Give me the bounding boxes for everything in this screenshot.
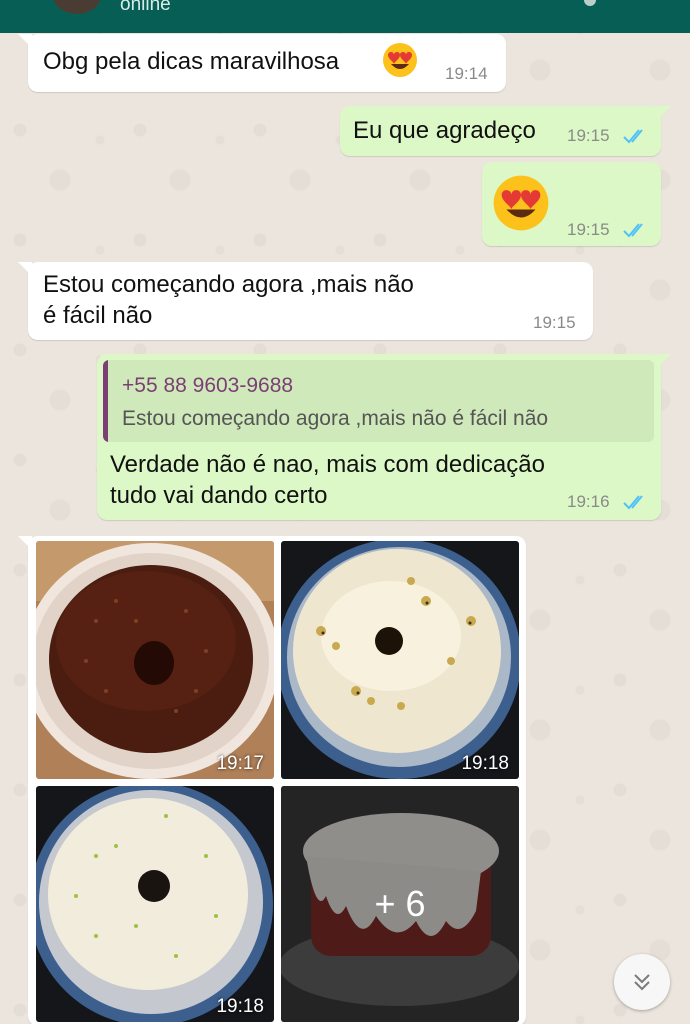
message-incoming[interactable]: Obg pela dicas maravilhosa 19:14 <box>18 34 506 92</box>
message-outgoing[interactable]: Eu que agradeço 19:15 <box>340 106 671 156</box>
bubble-tail <box>657 354 671 368</box>
chat-header[interactable]: online <box>0 0 690 33</box>
chocolate-bundt-cake-icon <box>36 541 274 779</box>
lime-bundt-cake-icon <box>36 786 273 1022</box>
photo-thumbnail[interactable]: 19:18 <box>281 541 519 779</box>
passionfruit-bundt-cake-icon <box>281 541 519 779</box>
message-time: 19:15 <box>533 313 576 332</box>
message-time: 19:15 <box>567 126 610 145</box>
call-icon[interactable] <box>584 0 596 6</box>
heart-eyes-emoji-icon <box>383 43 417 77</box>
quoted-message[interactable]: +55 88 9603-9688 Estou começando agora ,… <box>103 360 654 442</box>
message-time: 19:16 <box>567 492 610 511</box>
message-outgoing-reply[interactable]: +55 88 9603-9688 Estou começando agora ,… <box>97 354 671 520</box>
photo-time: 19:18 <box>216 996 264 1017</box>
photo-time: 19:18 <box>461 753 509 774</box>
bubble-tail <box>18 34 32 48</box>
photo-album-message[interactable]: 19:17 19:18 19:18 + 6 <box>18 536 526 1024</box>
message-incoming[interactable]: Estou começando agora ,mais não é fácil … <box>18 262 593 340</box>
more-photos-overlay: + 6 <box>281 786 519 1022</box>
double-chevron-down-icon <box>634 974 650 991</box>
message-text-line-2: tudo vai dando certo <box>110 482 328 509</box>
quote-bar <box>103 360 108 442</box>
message-text-line-1: Estou começando agora ,mais não <box>43 271 414 298</box>
photo-thumbnail[interactable]: 19:17 <box>36 541 274 779</box>
bubble-tail <box>18 536 32 550</box>
message-text-line-2: é fácil não <box>43 302 153 329</box>
heart-eyes-emoji-icon <box>493 175 549 231</box>
quote-author: +55 88 9603-9688 <box>122 374 294 397</box>
bubble-tail <box>18 262 32 276</box>
quote-text: Estou começando agora ,mais não é fácil … <box>122 407 549 430</box>
photo-thumbnail[interactable]: 19:18 <box>36 786 274 1022</box>
message-text: Obg pela dicas maravilhosa <box>43 48 340 75</box>
message-time: 19:15 <box>567 220 610 239</box>
message-text: Eu que agradeço <box>353 117 536 144</box>
read-ticks-icon <box>623 495 643 510</box>
avatar[interactable] <box>52 0 102 14</box>
photo-time: 19:17 <box>216 753 264 774</box>
scroll-to-bottom-button[interactable] <box>614 954 670 1010</box>
read-ticks-icon <box>623 129 643 144</box>
bubble-tail <box>657 106 671 120</box>
photo-thumbnail-more[interactable]: + 6 <box>281 786 519 1022</box>
contact-status: online <box>120 0 171 15</box>
message-outgoing-emoji[interactable]: 19:15 <box>482 162 661 246</box>
message-text-line-1: Verdade não é nao, mais com dedicação <box>110 451 545 478</box>
message-time: 19:14 <box>445 64 488 83</box>
read-ticks-icon <box>623 223 643 238</box>
